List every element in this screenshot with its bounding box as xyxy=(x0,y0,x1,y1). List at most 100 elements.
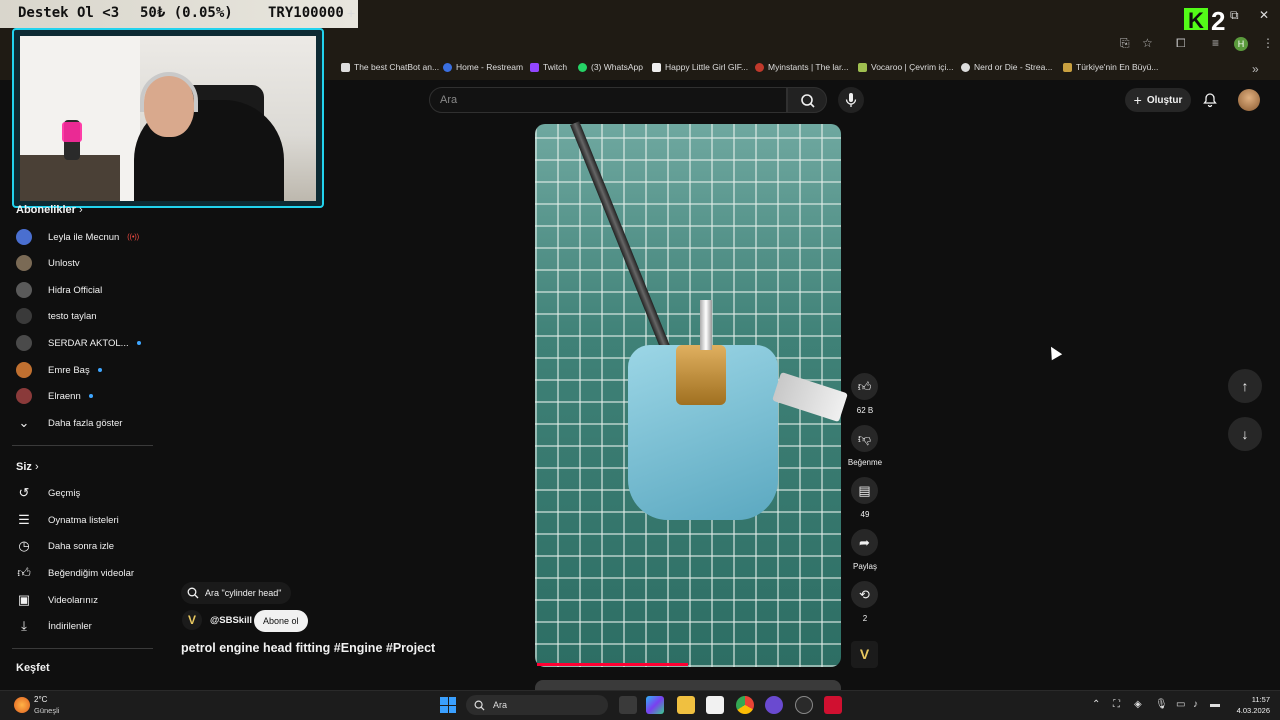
clock-date[interactable]: 4.03.2026 xyxy=(1224,706,1270,715)
related-search-chip[interactable]: Ara "cylinder head" xyxy=(181,582,292,604)
tray-volume-icon[interactable]: ♪ xyxy=(1193,699,1198,710)
thumbs-down-icon: 👎︎ xyxy=(857,430,872,446)
weather-temperature[interactable]: 2°C xyxy=(34,695,47,704)
tray-microphone-icon[interactable]: 🎙︎ xyxy=(1155,699,1168,710)
donation-amount-text: 50₺ (0.05%) xyxy=(140,5,233,21)
sidebar-item-playlists[interactable]: ☰ Oynatma listeleri xyxy=(16,507,151,533)
voice-search-button[interactable] xyxy=(838,87,864,113)
short-title[interactable]: petrol engine head fitting #Engine #Proj… xyxy=(181,641,435,655)
subscribe-button[interactable]: Abone ol xyxy=(254,610,308,632)
share-button[interactable]: ➦ xyxy=(851,529,878,556)
sidebar-divider xyxy=(12,445,153,446)
avatar[interactable] xyxy=(1238,89,1260,111)
video-progress-bar[interactable] xyxy=(537,663,688,666)
bookmark-item[interactable]: Türkiye'nin En Büyü... xyxy=(1063,62,1158,72)
tray-display-icon[interactable]: ▭ xyxy=(1176,699,1185,710)
channel-avatar-icon xyxy=(16,335,32,351)
weather-sun-icon[interactable] xyxy=(14,697,30,713)
bookmark-item[interactable]: Home - Restream xyxy=(443,62,523,72)
tray-network-icon[interactable]: ⛶ xyxy=(1113,699,1120,710)
share-icon: ➦ xyxy=(859,534,870,550)
channel-avatar-icon xyxy=(16,308,32,324)
chat-app-icon[interactable] xyxy=(765,696,783,714)
new-tab-button[interactable]: + xyxy=(347,5,355,21)
history-icon: ↺ xyxy=(18,485,30,500)
bookmark-item[interactable]: Vocaroo | Çevrim içi... xyxy=(858,62,954,72)
dislike-button[interactable]: 👎︎ xyxy=(851,425,878,452)
remix-button[interactable]: ⟲ xyxy=(851,581,878,608)
bookmark-item[interactable]: (3) WhatsApp xyxy=(578,62,643,72)
sidebar-item-subscription[interactable]: Elraenn xyxy=(16,383,151,409)
search-input[interactable] xyxy=(429,87,787,113)
close-window-icon[interactable]: ✕ xyxy=(1259,8,1269,22)
obs-icon[interactable] xyxy=(795,696,813,714)
windows-start-icon[interactable] xyxy=(440,697,456,713)
notifications-button[interactable] xyxy=(1202,92,1218,113)
sidebar-item-subscription[interactable]: Leyla ile Mecnun ((•)) xyxy=(16,224,151,250)
media-control-icon[interactable]: ≡ xyxy=(1212,36,1219,50)
comments-button[interactable]: ▤ xyxy=(851,477,878,504)
tray-battery-icon[interactable]: ▬ xyxy=(1210,699,1220,710)
tray-overflow-icon[interactable]: ⌃ xyxy=(1092,699,1100,710)
search-placeholder: Ara xyxy=(440,94,458,106)
sidebar-item-liked-videos[interactable]: 👍︎ Beğendiğim videolar xyxy=(16,560,151,586)
next-short-button[interactable]: ↓ xyxy=(1228,417,1262,451)
new-content-dot-icon xyxy=(97,368,102,372)
sidebar-item-watch-later[interactable]: ◷ Daha sonra izle xyxy=(16,533,151,559)
restore-window-icon[interactable]: ⧉ xyxy=(1230,8,1239,23)
video-bolt xyxy=(700,300,712,350)
search-button[interactable] xyxy=(787,87,827,113)
weather-description[interactable]: Güneşli xyxy=(34,706,59,715)
create-button[interactable]: + Oluştur xyxy=(1125,88,1191,112)
cast-icon[interactable]: ⎘ xyxy=(1120,36,1130,51)
plus-icon: + xyxy=(1133,92,1142,108)
task-view-icon[interactable] xyxy=(619,696,637,714)
live-icon: ((•)) xyxy=(127,233,140,241)
webcam-light xyxy=(62,122,82,142)
file-explorer-icon[interactable] xyxy=(677,696,695,714)
sidebar-divider xyxy=(12,648,153,649)
taskbar-search[interactable]: Ara xyxy=(466,695,608,715)
bookmark-item[interactable]: Myinstants | The lar... xyxy=(755,62,848,72)
thumbs-up-icon: 👍︎ xyxy=(17,565,31,580)
browser-profile-icon[interactable]: H xyxy=(1234,37,1248,51)
sidebar-item-your-videos[interactable]: ▣ Videolarınız xyxy=(16,587,151,613)
sidebar-item-history[interactable]: ↺ Geçmiş xyxy=(16,480,151,506)
bookmark-item[interactable]: Nerd or Die - Strea... xyxy=(961,62,1052,72)
previous-short-button[interactable]: ↑ xyxy=(1228,369,1262,403)
sidebar-item-downloads[interactable]: ⤓ İndirilenler xyxy=(16,613,151,639)
bookmark-item[interactable]: Twitch xyxy=(530,62,567,72)
sound-channel-icon[interactable]: V xyxy=(851,641,878,668)
extensions-icon[interactable]: ⧠ xyxy=(1176,36,1186,51)
channel-handle[interactable]: @SBSkill xyxy=(210,615,252,626)
recording-app-icon[interactable] xyxy=(824,696,842,714)
chrome-icon[interactable] xyxy=(736,696,754,714)
clock-icon: ◷ xyxy=(18,538,30,553)
bookmark-item[interactable]: The best ChatBot an... xyxy=(341,62,439,72)
donation-goal-text: Destek Ol <3 xyxy=(18,5,120,21)
sidebar-item-subscription[interactable]: Hidra Official xyxy=(16,277,151,303)
sidebar-item-subscription[interactable]: Emre Baş xyxy=(16,357,151,383)
channel-avatar-icon[interactable]: V xyxy=(182,610,202,630)
clock-time[interactable]: 11:57 xyxy=(1236,695,1270,704)
remix-count: 2 xyxy=(862,614,868,623)
sidebar-item-subscription[interactable]: testo taylan xyxy=(16,303,151,329)
bookmark-item[interactable]: Happy Little Girl GIF... xyxy=(652,62,748,72)
sidebar-item-subscription[interactable]: Unlostv xyxy=(16,250,151,276)
next-short-preview[interactable] xyxy=(535,680,841,690)
store-icon[interactable] xyxy=(706,696,724,714)
channel-avatar-icon xyxy=(16,388,32,404)
bookmarks-overflow-icon[interactable]: » xyxy=(1252,62,1259,76)
copilot-icon[interactable] xyxy=(646,696,664,714)
browser-menu-icon[interactable]: ⋮ xyxy=(1262,36,1274,50)
sidebar-item-subscription[interactable]: SERDAR AKTOL... xyxy=(16,330,151,356)
tray-app-icon[interactable]: ◈ xyxy=(1134,699,1142,710)
sidebar-item-show-more[interactable]: ⌄ Daha fazla göster xyxy=(16,410,151,436)
new-content-dot-icon xyxy=(136,341,141,345)
bookmark-star-icon[interactable]: ☆ xyxy=(1142,36,1153,50)
playlist-icon: ☰ xyxy=(18,512,30,527)
bell-icon xyxy=(1203,93,1217,108)
like-button[interactable]: 👍︎ xyxy=(851,373,878,400)
subscriptions-heading[interactable]: Abonelikler › xyxy=(16,204,83,216)
you-heading[interactable]: Siz › xyxy=(16,461,39,473)
